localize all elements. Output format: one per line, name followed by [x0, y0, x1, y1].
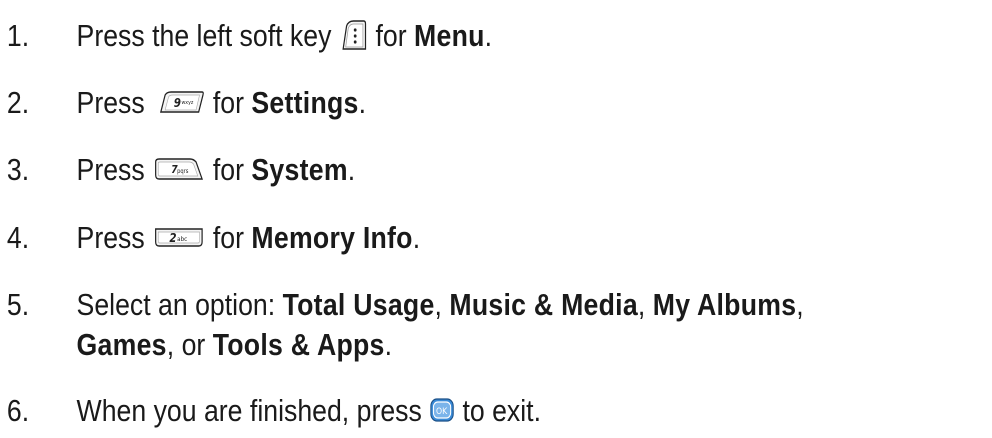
- step-text: Press the left soft key for Menu.: [76, 18, 493, 53]
- svg-text:abc: abc: [177, 235, 187, 243]
- option-total-usage: Total Usage: [282, 287, 435, 322]
- settings-target: Settings: [251, 85, 359, 120]
- option-music-media: Music & Media: [449, 287, 638, 322]
- key-2-icon: 2 abc: [152, 225, 205, 249]
- step-number: 6.: [6, 393, 30, 428]
- step-number: 5.: [6, 287, 30, 322]
- key-7-icon: 7 pqrs: [152, 156, 205, 182]
- step-text: Press 2 abc for Memory Info.: [76, 220, 421, 255]
- svg-text:2: 2: [169, 231, 176, 245]
- memory-info-target: Memory Info: [251, 220, 413, 255]
- svg-text:9: 9: [174, 96, 181, 110]
- option-tools-apps: Tools & Apps: [212, 327, 385, 362]
- step-text: When you are finished, press OK to exit.: [76, 393, 542, 428]
- system-target: System: [251, 152, 348, 187]
- step-text: Select an option: Total Usage, Music & M…: [76, 287, 804, 362]
- step-text: Press 9 wxyz for Settings.: [76, 85, 367, 120]
- svg-text:pqrs: pqrs: [177, 169, 188, 175]
- instruction-list: 1. Press the left soft key for Menu. 2. …: [0, 0, 992, 438]
- step-text: Press 7 pqrs for System.: [76, 152, 356, 187]
- left-soft-key-icon: [339, 18, 368, 52]
- option-games: Games: [76, 327, 167, 362]
- step-number: 4.: [6, 220, 30, 255]
- svg-text:wxyz: wxyz: [181, 100, 193, 106]
- step-number: 1.: [6, 18, 30, 53]
- step-number: 2.: [6, 85, 30, 120]
- svg-text:OK: OK: [436, 405, 448, 416]
- step-number: 3.: [6, 152, 30, 187]
- option-my-albums: My Albums: [652, 287, 797, 322]
- key-9-icon: 9 wxyz: [152, 89, 205, 115]
- ok-key-icon: OK: [429, 397, 455, 423]
- menu-target: Menu: [414, 18, 485, 53]
